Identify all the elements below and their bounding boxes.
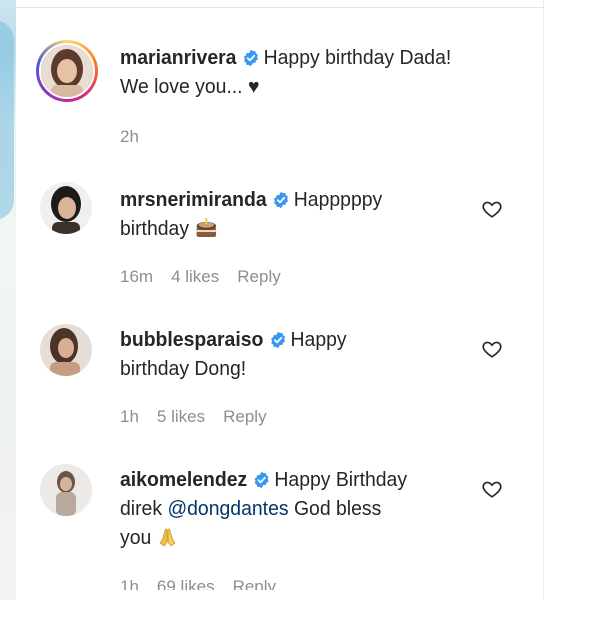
- like-count[interactable]: 69 likes: [157, 577, 215, 590]
- comment-text-line: birthday: [120, 218, 190, 240]
- like-count[interactable]: 4 likes: [171, 267, 219, 286]
- comment-meta: 1h 5 likes Reply: [120, 407, 285, 427]
- birthday-cake-icon: [196, 218, 216, 237]
- avatar[interactable]: [40, 182, 92, 234]
- like-count[interactable]: 5 likes: [157, 407, 205, 426]
- verified-badge-icon: [271, 331, 285, 349]
- avatar[interactable]: [40, 464, 92, 516]
- verified-badge-icon: [244, 49, 258, 67]
- avatar[interactable]: [36, 40, 98, 102]
- reply-button[interactable]: Reply: [233, 577, 276, 590]
- comment-text-line: Happy birthday Dada!: [263, 47, 452, 69]
- comment-text-line: Happpppy: [293, 189, 383, 211]
- comment-text-line: We love you... ♥: [120, 76, 260, 98]
- comment-text-line: Happy Birthday: [274, 469, 408, 491]
- comment: aikomelendez Happy Birthday direk @dongda…: [0, 440, 560, 600]
- comment: mrsnerimiranda Happpppy birthday 16m 4 lik…: [0, 160, 560, 300]
- like-heart-icon[interactable]: [481, 198, 503, 220]
- comment-text: mrsnerimiranda Happpppy birthday: [120, 186, 469, 244]
- comment-meta: 16m 4 likes Reply: [120, 267, 299, 287]
- comment-meta: 1h 69 likes Reply: [120, 577, 294, 590]
- user-mention-link[interactable]: @dongdantes: [167, 498, 288, 520]
- comment-text-line: direk: [120, 498, 163, 520]
- like-heart-icon[interactable]: [481, 478, 503, 500]
- username[interactable]: marianrivera: [120, 47, 236, 69]
- comment-text-line: God bless: [293, 498, 382, 520]
- comment: bubblesparaiso Happy birthday Dong! 1h 5 l…: [0, 300, 560, 440]
- like-heart-icon[interactable]: [481, 338, 503, 360]
- reply-button[interactable]: Reply: [223, 407, 266, 426]
- reply-button[interactable]: Reply: [237, 267, 280, 286]
- username[interactable]: mrsnerimiranda: [120, 189, 267, 211]
- avatar[interactable]: [40, 324, 92, 376]
- comment-text: marianrivera Happy birthday Dada! We love…: [120, 44, 527, 102]
- comment-meta: 2h: [120, 127, 157, 147]
- timestamp[interactable]: 1h: [120, 577, 139, 590]
- comment-text: bubblesparaiso Happy birthday Dong!: [120, 326, 469, 384]
- username[interactable]: bubblesparaiso: [120, 329, 263, 351]
- verified-badge-icon: [254, 471, 269, 489]
- comment-text: aikomelendez Happy Birthday direk @dongda…: [120, 466, 469, 553]
- caption-comment: marianrivera Happy birthday Dada! We love…: [0, 0, 560, 160]
- comment-text-line: birthday Dong!: [120, 358, 247, 380]
- username[interactable]: aikomelendez: [120, 469, 247, 491]
- folded-hands-icon: [159, 528, 176, 547]
- comment-text-line: you: [120, 527, 152, 549]
- timestamp[interactable]: 2h: [120, 127, 139, 146]
- verified-badge-icon: [274, 191, 289, 209]
- comment-text-line: Happy: [290, 329, 347, 351]
- timestamp[interactable]: 16m: [120, 267, 153, 286]
- timestamp[interactable]: 1h: [120, 407, 139, 426]
